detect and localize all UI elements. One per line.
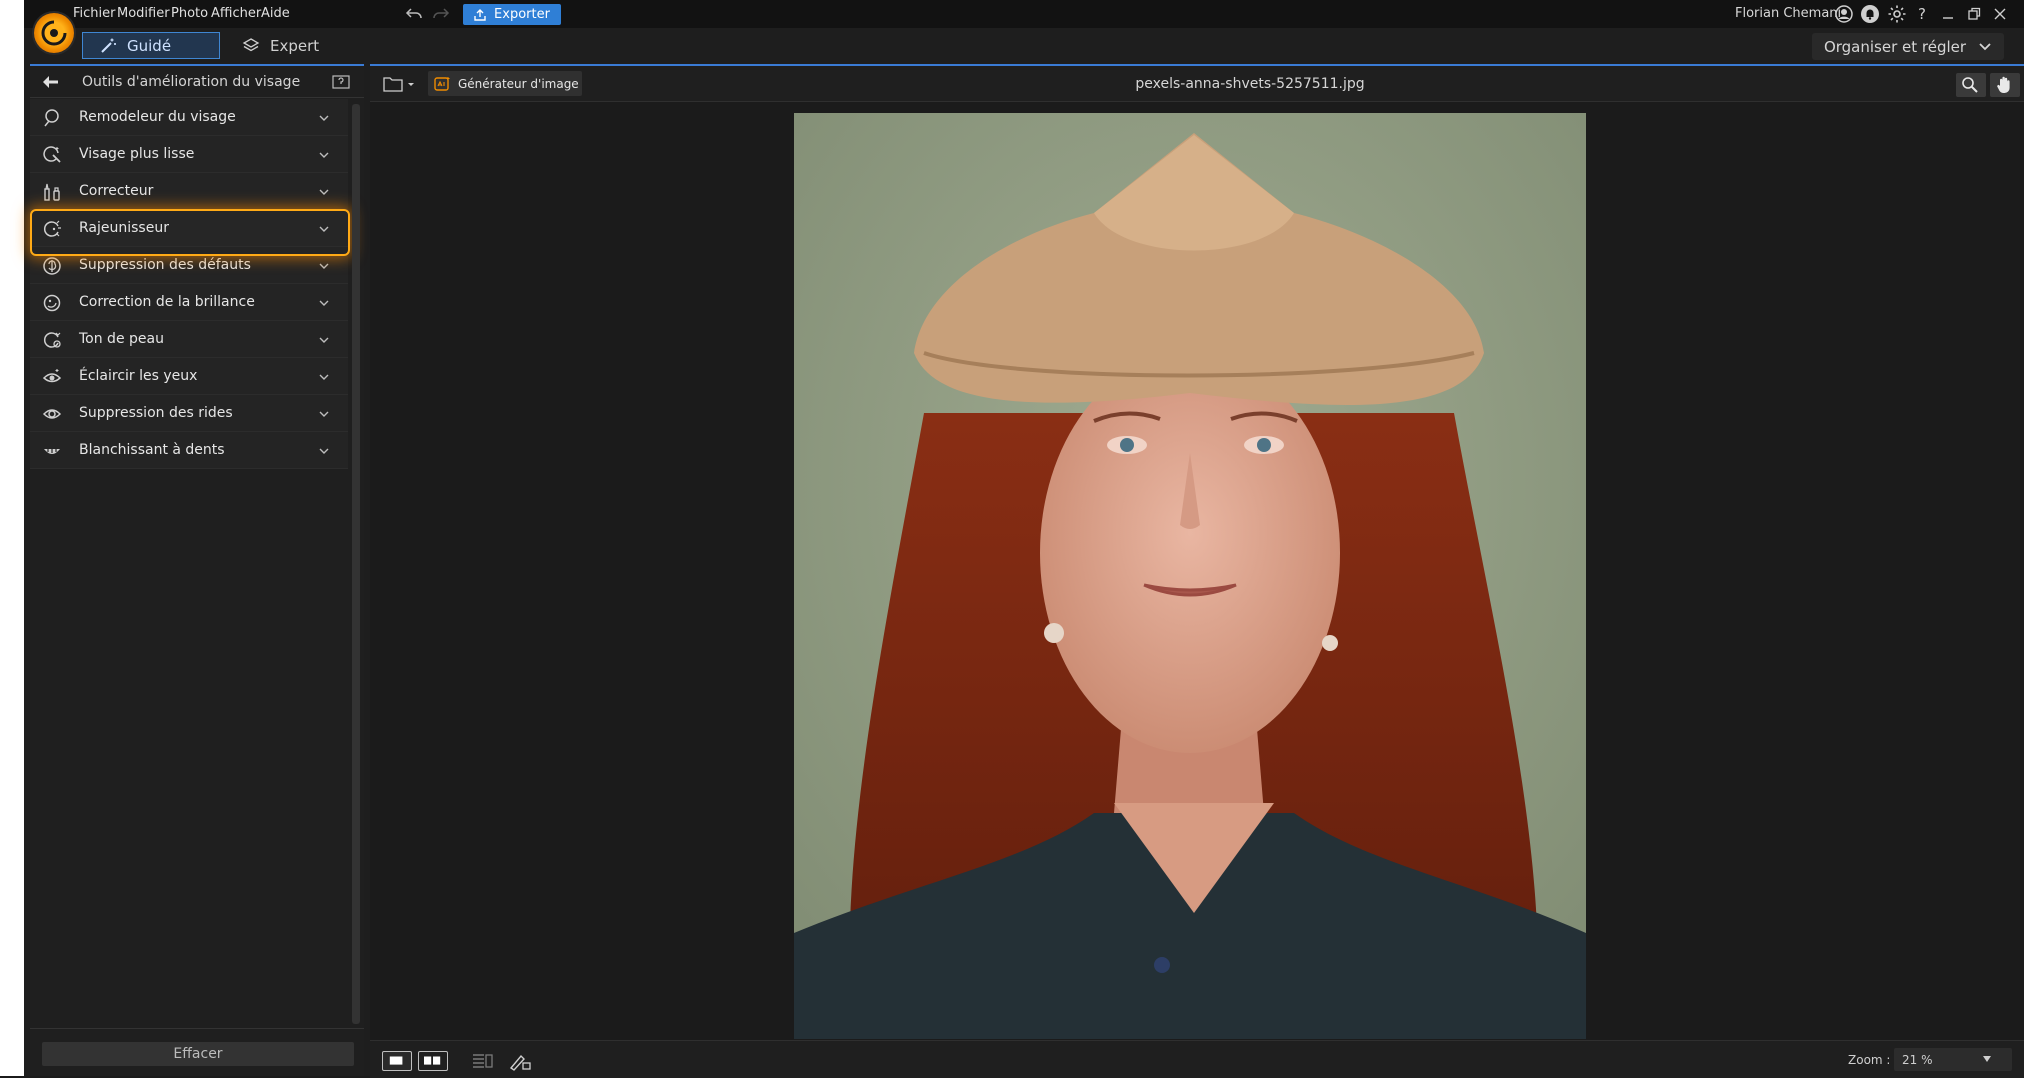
image-generator-button[interactable]: Générateur d'image xyxy=(428,71,582,96)
tool-label: Suppression des défauts xyxy=(79,257,251,273)
chevron-down-icon xyxy=(318,409,330,419)
tool-wrinkle-removal[interactable]: Suppression des rides xyxy=(30,395,348,432)
hand-tool-button[interactable] xyxy=(1990,73,2020,97)
face-smooth-icon xyxy=(42,145,62,165)
panel-title: Outils d'amélioration du visage xyxy=(82,74,301,90)
photo-workspace: Générateur d'image pexels-anna-shvets-52… xyxy=(370,64,2024,1078)
tool-label: Visage plus lisse xyxy=(79,146,195,162)
blemish-removal-icon xyxy=(42,256,62,276)
adjust-panel-icon[interactable] xyxy=(470,1051,494,1071)
tab-guided-label: Guidé xyxy=(127,36,172,55)
panel-scrollbar[interactable] xyxy=(352,104,360,1024)
workspace-status-bar: Zoom : 21 % xyxy=(370,1040,2024,1078)
wrinkle-removal-icon xyxy=(42,404,62,424)
shine-removal-icon xyxy=(42,293,62,313)
brush-eraser-icon[interactable] xyxy=(508,1051,532,1071)
tool-skin-tone[interactable]: Ton de peau xyxy=(30,321,348,358)
restore-icon[interactable] xyxy=(1964,4,1984,24)
face-reshape-icon xyxy=(42,108,62,128)
menu-modifier[interactable]: Modifier xyxy=(117,6,170,21)
file-name: pexels-anna-shvets-5257511.jpg xyxy=(1135,76,1365,92)
tool-teeth-whitening[interactable]: Blanchissant à dents xyxy=(30,432,348,469)
account-icon[interactable] xyxy=(1834,4,1854,24)
single-view-icon[interactable] xyxy=(382,1051,412,1071)
chevron-down-icon xyxy=(318,150,330,160)
tool-corrector[interactable]: Correcteur xyxy=(30,173,348,210)
face-tools-panel: Outils d'amélioration du visage Remodele… xyxy=(30,64,364,1076)
teeth-whitening-icon xyxy=(42,441,62,461)
chevron-down-icon xyxy=(318,372,330,382)
chevron-down-icon xyxy=(318,261,330,271)
clear-button[interactable]: Effacer xyxy=(42,1042,354,1066)
skin-tone-icon xyxy=(42,330,62,350)
organize-dropdown[interactable]: Organiser et régler xyxy=(1812,33,2004,60)
tool-label: Suppression des rides xyxy=(79,405,233,421)
chevron-down-icon xyxy=(318,113,330,123)
tool-highlight-outline xyxy=(30,209,350,256)
portrait-photo[interactable] xyxy=(794,113,1586,1039)
panel-header: Outils d'amélioration du visage xyxy=(30,66,364,98)
close-icon[interactable] xyxy=(1990,4,2010,24)
workspace-toolbar: Générateur d'image pexels-anna-shvets-52… xyxy=(370,66,2024,102)
app-window: Fichier Modifier Photo Afficher Aide Exp… xyxy=(24,0,2024,1078)
tool-label: Remodeleur du visage xyxy=(79,109,236,125)
title-bar: Fichier Modifier Photo Afficher Aide Exp… xyxy=(24,0,2024,28)
export-label: Exporter xyxy=(494,7,550,22)
layers-icon xyxy=(242,37,260,55)
organize-label: Organiser et régler xyxy=(1823,37,1967,56)
mode-bar: Guidé Expert Organiser et régler xyxy=(24,28,2024,64)
redo-icon[interactable] xyxy=(432,5,450,23)
tool-label: Correcteur xyxy=(79,183,154,199)
divider xyxy=(30,1028,364,1029)
panel-help-icon[interactable] xyxy=(332,74,350,90)
chevron-down-icon xyxy=(318,446,330,456)
tab-expert-label: Expert xyxy=(270,36,320,55)
zoom-value: 21 % xyxy=(1902,1052,1933,1067)
caret-down-icon xyxy=(1982,1055,1992,1063)
tool-face-smoother[interactable]: Visage plus lisse xyxy=(30,136,348,173)
compare-view-icon[interactable] xyxy=(418,1051,448,1071)
zoom-select[interactable]: 21 % xyxy=(1894,1048,2012,1071)
image-generator-label: Générateur d'image xyxy=(458,76,579,91)
ai-image-icon xyxy=(434,76,450,92)
zoom-label: Zoom : xyxy=(1848,1053,1891,1067)
magic-wand-icon xyxy=(99,37,117,55)
chevron-down-icon xyxy=(318,187,330,197)
menu-photo[interactable]: Photo xyxy=(171,6,208,21)
tab-expert[interactable]: Expert xyxy=(242,32,362,59)
menu-afficher[interactable]: Afficher xyxy=(211,6,261,21)
eye-brighten-icon xyxy=(42,367,62,387)
tool-label: Blanchissant à dents xyxy=(79,442,225,458)
settings-gear-icon[interactable] xyxy=(1887,4,1907,24)
user-name: Florian Chemani xyxy=(1735,6,1842,21)
export-icon xyxy=(474,8,486,21)
tab-guided[interactable]: Guidé xyxy=(82,32,220,59)
tool-eye-brighten[interactable]: Éclaircir les yeux xyxy=(30,358,348,395)
menu-aide[interactable]: Aide xyxy=(261,6,290,21)
tool-label: Éclaircir les yeux xyxy=(79,368,198,384)
export-button[interactable]: Exporter xyxy=(463,4,561,25)
folder-icon[interactable] xyxy=(382,75,416,93)
back-arrow-icon[interactable] xyxy=(40,74,60,90)
corrector-icon xyxy=(42,182,62,202)
tool-shine-removal[interactable]: Correction de la brillance xyxy=(30,284,348,321)
app-logo xyxy=(34,13,74,53)
tool-face-reshaper[interactable]: Remodeleur du visage xyxy=(30,99,348,136)
notification-icon[interactable] xyxy=(1860,4,1880,24)
chevron-down-icon xyxy=(318,335,330,345)
zoom-tool-button[interactable] xyxy=(1956,73,1986,97)
undo-icon[interactable] xyxy=(405,5,423,23)
chevron-down-icon xyxy=(318,298,330,308)
help-icon[interactable]: ? xyxy=(1912,4,1932,24)
menu-fichier[interactable]: Fichier xyxy=(73,6,116,21)
chevron-down-icon xyxy=(1978,42,1992,52)
tool-label: Correction de la brillance xyxy=(79,294,255,310)
desktop-strip xyxy=(0,0,24,1076)
minimize-icon[interactable] xyxy=(1938,4,1958,24)
tool-label: Ton de peau xyxy=(79,331,164,347)
